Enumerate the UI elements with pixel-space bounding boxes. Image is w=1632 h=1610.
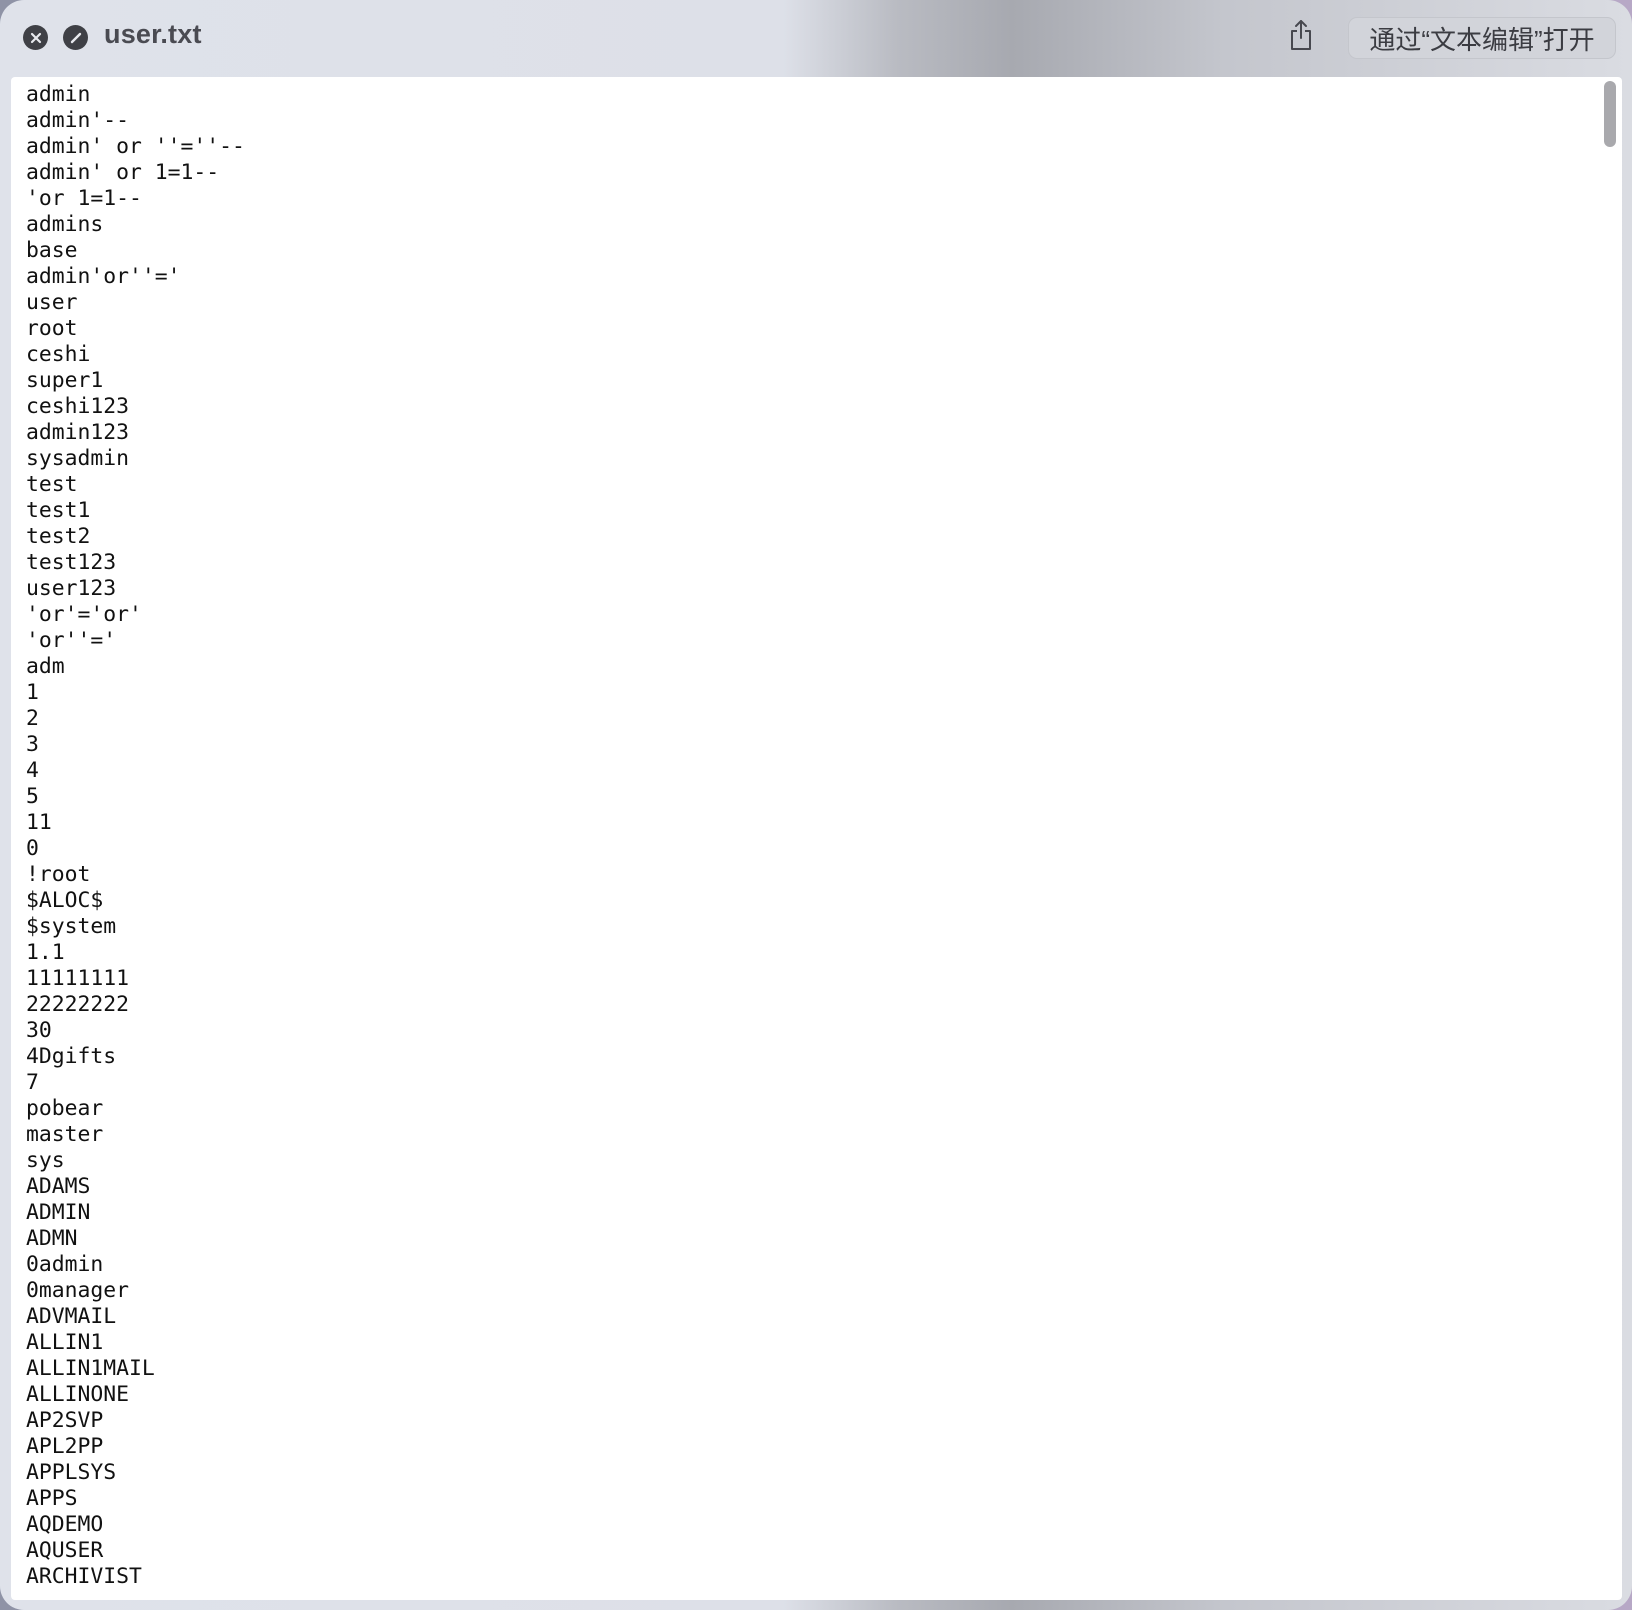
text-line: $ALOC$ [26,888,104,913]
share-icon [1288,19,1314,56]
text-line: admin' or ''=''-- [26,134,245,159]
text-line: 7 [26,1070,39,1095]
text-line: ALLIN1 [26,1330,104,1355]
text-line: AQDEMO [26,1512,104,1537]
text-line: root [26,316,78,341]
text-line: AP2SVP [26,1408,104,1433]
text-line: 0admin [26,1252,104,1277]
close-icon [30,32,42,44]
text-line: test [26,472,78,497]
text-line: APPLSYS [26,1460,117,1485]
text-line: 22222222 [26,992,130,1017]
text-line: 30 [26,1018,52,1043]
text-line: APL2PP [26,1434,104,1459]
text-line: test2 [26,524,91,549]
text-line: ADVMAIL [26,1304,117,1329]
text-line: 'or 1=1-- [26,186,142,211]
text-line: ADAMS [26,1174,91,1199]
text-line: 4Dgifts [26,1044,117,1069]
file-text: admin admin'-- admin' or ''=''-- admin' or … [26,82,245,1590]
window-title: user.txt [104,19,202,49]
text-line: admin'or''=' [26,264,181,289]
text-line: admin [26,82,91,107]
text-line: admin123 [26,420,130,445]
text-line: 2 [26,706,39,731]
text-line: user123 [26,576,117,601]
text-line: test123 [26,550,117,575]
text-line: 0 [26,836,39,861]
text-line: adm [26,654,65,679]
text-line: super1 [26,368,104,393]
text-line: 1.1 [26,940,65,965]
vertical-scrollbar[interactable] [1600,77,1622,1600]
text-line: admins [26,212,104,237]
text-line: base [26,238,78,263]
text-line: admin'-- [26,108,130,133]
text-line: 'or'='or' [26,602,142,627]
text-line: 3 [26,732,39,757]
text-line: sys [26,1148,65,1173]
file-preview-area[interactable]: admin admin'-- admin' or ''=''-- admin' or … [11,77,1622,1600]
text-line: test1 [26,498,91,523]
text-line: ALLIN1MAIL [26,1356,155,1381]
text-line: admin' or 1=1-- [26,160,220,185]
text-line: 11111111 [26,966,130,991]
text-line: ceshi [26,342,91,367]
text-line: 11 [26,810,52,835]
text-line: ALLINONE [26,1382,130,1407]
text-line: 5 [26,784,39,809]
text-line: ARCHIVIST [26,1564,142,1589]
text-line: ADMN [26,1226,78,1251]
text-line: master [26,1122,104,1147]
text-line: APPS [26,1486,78,1511]
text-line: pobear [26,1096,104,1121]
share-button[interactable] [1286,19,1316,56]
text-line: sysadmin [26,446,130,471]
text-line: 1 [26,680,39,705]
open-with-textedit-button[interactable]: 通过“文本编辑”打开 [1348,17,1616,59]
text-line: 0manager [26,1278,130,1303]
text-line: ceshi123 [26,394,130,419]
text-line: !root [26,862,91,887]
block-icon [69,31,83,45]
block-button[interactable] [63,25,88,50]
quicklook-window: user.txt 通过“文本编辑”打开 admin admin'-- admin' … [0,0,1632,1610]
text-line: ADMIN [26,1200,91,1225]
text-line: $system [26,914,117,939]
text-line: 'or''=' [26,628,117,653]
text-line: user [26,290,78,315]
close-button[interactable] [23,25,48,50]
scrollbar-thumb[interactable] [1604,81,1616,147]
text-line: AQUSER [26,1538,104,1563]
title-bar: user.txt 通过“文本编辑”打开 [0,0,1632,76]
text-line: 4 [26,758,39,783]
